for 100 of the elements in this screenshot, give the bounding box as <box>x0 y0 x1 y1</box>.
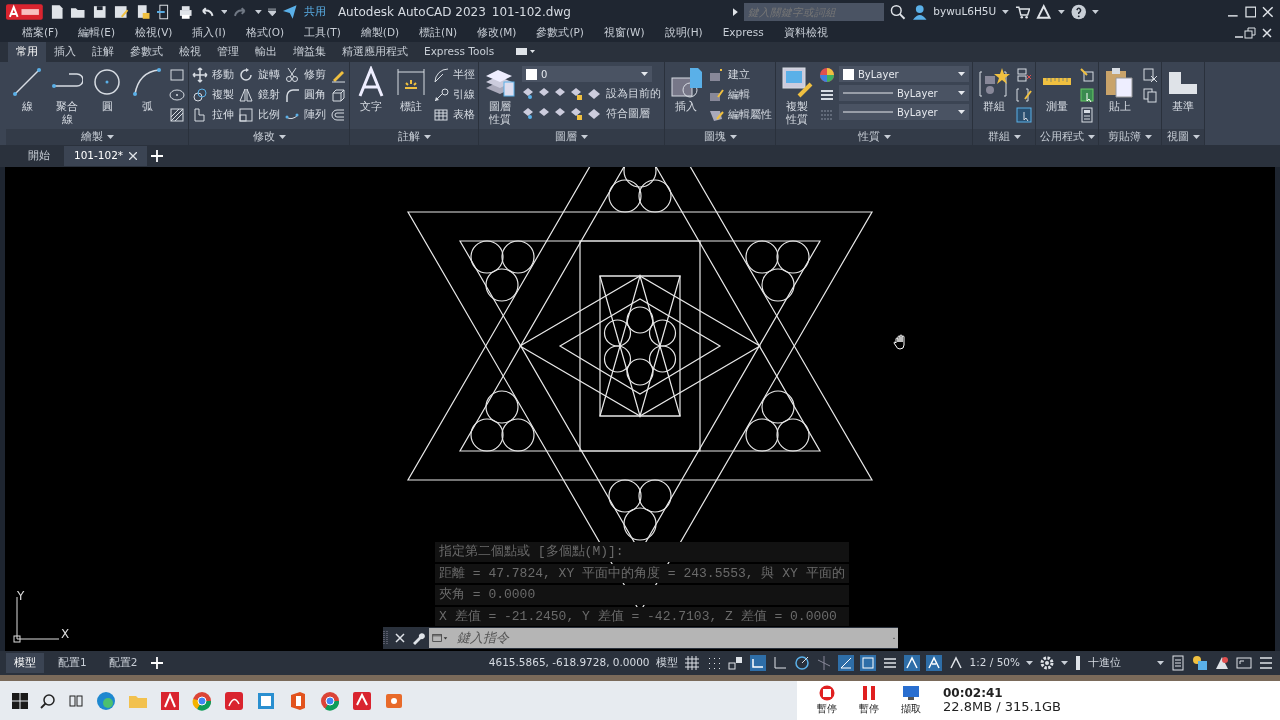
layout-tab[interactable]: 模型 <box>6 653 44 673</box>
annotation-scale-icon[interactable] <box>947 655 964 671</box>
menu-icon[interactable] <box>1258 655 1274 671</box>
ribbon-tool[interactable]: 貼上 <box>1102 66 1138 129</box>
rectangle-icon[interactable] <box>169 66 185 83</box>
copy-clip-icon[interactable] <box>1142 86 1158 103</box>
menu-item[interactable]: 編輯(E) <box>68 25 126 41</box>
block-insert-icon[interactable] <box>670 66 702 98</box>
panel-title[interactable]: 繪製 <box>80 129 103 145</box>
ribbon-tool[interactable]: 比例 <box>238 106 280 123</box>
close-icon[interactable] <box>395 633 405 643</box>
group-icon[interactable] <box>978 66 1010 98</box>
ribbon-tool[interactable]: 鏡射 <box>238 86 280 103</box>
stretch-icon[interactable] <box>192 106 208 123</box>
box-icon[interactable] <box>330 86 346 103</box>
ribbon-tool[interactable]: 符合圖層 <box>522 105 661 122</box>
expand-arrow-icon[interactable] <box>732 8 738 16</box>
windows-logo-icon[interactable] <box>12 692 28 709</box>
wrench-icon[interactable] <box>411 631 425 645</box>
caret-icon[interactable] <box>729 135 737 139</box>
space-toggle[interactable]: 模型 <box>655 655 678 671</box>
radius-icon[interactable] <box>433 66 449 83</box>
lineweight-icon[interactable] <box>881 655 898 671</box>
task-view-icon[interactable] <box>68 692 84 709</box>
panel-title[interactable]: 註解 <box>397 129 420 145</box>
gear-icon[interactable] <box>1039 655 1055 671</box>
caret-icon[interactable] <box>1087 135 1095 139</box>
ribbon-tool[interactable]: 標註 <box>393 66 429 129</box>
caret-icon[interactable] <box>958 72 965 76</box>
close-icon[interactable] <box>129 152 138 160</box>
menu-item[interactable]: 修改(M) <box>467 25 527 41</box>
ribbon-tool[interactable]: 插入 <box>668 66 704 129</box>
menu-item[interactable]: 標註(N) <box>409 25 468 41</box>
panel-title[interactable]: 修改 <box>252 129 275 145</box>
match-properties-icon[interactable] <box>781 66 813 98</box>
ribbon-tab[interactable]: 增益集 <box>285 42 334 62</box>
calculator-icon[interactable] <box>1079 106 1095 123</box>
dropdown-field[interactable]: ByLayer <box>839 104 969 120</box>
ribbon-tab[interactable]: 輸出 <box>247 42 285 62</box>
cart-icon[interactable] <box>1015 5 1031 19</box>
polar-icon[interactable] <box>793 655 810 671</box>
scissors-icon[interactable] <box>284 66 300 83</box>
block-create-icon[interactable] <box>708 66 724 83</box>
ribbon-tool[interactable]: 圖層性質 <box>482 66 518 129</box>
ribbon-tool[interactable]: 旋轉 <box>238 66 280 83</box>
ribbon-tool[interactable]: 圓角 <box>284 86 326 103</box>
table-icon[interactable] <box>433 106 449 123</box>
menu-item[interactable]: 繪製(D) <box>350 25 410 41</box>
scale-selector[interactable]: 1:2 / 50% <box>969 655 1020 671</box>
select-all-icon[interactable] <box>1079 86 1095 103</box>
annotation-icon[interactable] <box>903 655 920 671</box>
menu-item[interactable]: 檢視(V) <box>125 25 183 41</box>
pdf-app-icon[interactable] <box>224 690 244 711</box>
caret-icon[interactable] <box>1026 661 1033 665</box>
close-icon[interactable] <box>1262 6 1274 18</box>
cad-app-icon[interactable] <box>352 690 372 711</box>
ribbon-tool[interactable]: 半徑 <box>433 66 475 83</box>
color-wheel-icon[interactable] <box>819 66 835 83</box>
command-window-icon[interactable] <box>429 628 451 648</box>
cut-icon[interactable] <box>1142 66 1158 83</box>
caret-icon[interactable] <box>1192 135 1200 139</box>
caret-icon[interactable] <box>254 10 262 14</box>
command-input[interactable]: 鍵入指令 <box>451 628 890 648</box>
ribbon-tool[interactable]: 修剪 <box>284 66 326 83</box>
user-name[interactable]: bywuL6H5U <box>933 4 997 20</box>
menu-item[interactable]: 視窗(W) <box>593 25 655 41</box>
caret-icon[interactable] <box>1002 10 1009 14</box>
circle-icon[interactable] <box>91 66 123 98</box>
ribbon-tool[interactable]: 群組 <box>976 66 1012 129</box>
rotate-icon[interactable] <box>238 66 254 83</box>
caret-icon[interactable] <box>220 10 228 14</box>
layout-tab[interactable]: 配置1 <box>50 653 95 673</box>
isolate-icon[interactable] <box>1192 655 1208 671</box>
caret-icon[interactable] <box>958 91 965 95</box>
caret-icon[interactable] <box>106 135 114 139</box>
letter-a-app-icon[interactable] <box>160 690 180 711</box>
maximize-icon[interactable] <box>1244 6 1257 18</box>
menu-item[interactable]: 參數式(P) <box>526 25 594 41</box>
recorder-button[interactable]: 暫停 <box>859 685 879 716</box>
move-icon[interactable] <box>192 66 208 83</box>
ribbon-tool[interactable]: 線 <box>9 66 45 129</box>
caret-icon[interactable] <box>423 135 431 139</box>
menu-item[interactable]: 檔案(F) <box>12 25 69 41</box>
osnap-icon[interactable] <box>859 655 876 671</box>
ribbon-tool[interactable]: 聚合線 <box>49 66 85 129</box>
app-logo-icon[interactable] <box>6 4 43 20</box>
osnap-track-icon[interactable] <box>837 655 854 671</box>
units-icon[interactable] <box>1074 655 1082 671</box>
layer-tools-icon[interactable] <box>522 106 602 121</box>
ribbon-tool[interactable]: 文字 <box>353 66 389 129</box>
ribbon-tool[interactable]: 陣列 <box>284 106 326 123</box>
menu-item[interactable]: 格式(O) <box>235 25 295 41</box>
caret-icon[interactable] <box>1092 10 1099 14</box>
fullscreen-icon[interactable] <box>1236 655 1252 671</box>
ribbon-tab[interactable]: 常用 <box>8 42 46 62</box>
dropdown-field[interactable]: ByLayer <box>839 66 969 82</box>
layout-tab[interactable]: 配置2 <box>100 653 146 673</box>
share-button[interactable]: 共用 <box>303 4 326 20</box>
ribbon-tool[interactable]: 複製 <box>192 86 234 103</box>
ribbon-tool[interactable]: 複製性質 <box>779 66 815 129</box>
